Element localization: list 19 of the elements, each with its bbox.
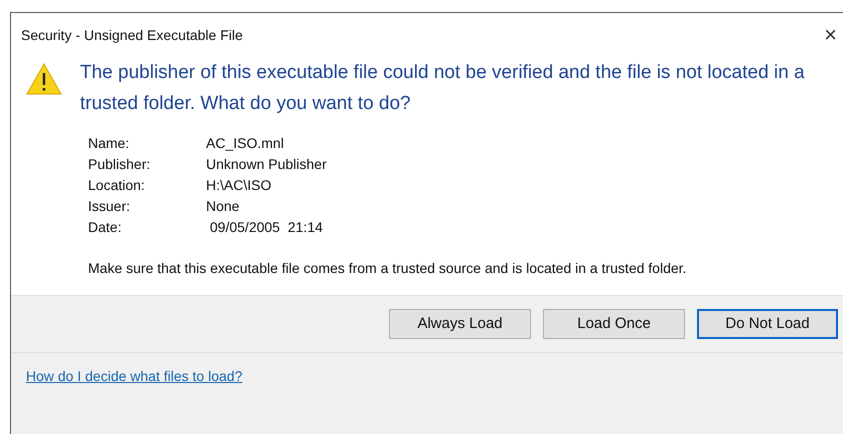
advice-text: Make sure that this executable file comes from a trusted source and is located in a trusted folder.: [88, 259, 688, 278]
field-value: Unknown Publisher: [206, 155, 327, 174]
field-label: Name:: [88, 134, 130, 153]
field-label: Publisher:: [88, 155, 152, 174]
field-value: AC_ISO.mnl: [206, 134, 285, 153]
field-value: 09/05/2005 21:14: [208, 218, 324, 237]
heading-text: The publisher of this executable file could not be verified and the file is not located in a trusted folder. What do you want to do?: [80, 61, 806, 116]
window-title: Security - Unsigned Executable File: [21, 26, 243, 45]
field-label: Location:: [88, 176, 146, 195]
dialog-button[interactable]: Always Load: [389, 309, 531, 339]
dialog-button[interactable]: Do Not Load: [697, 309, 838, 339]
warning-icon: [26, 63, 62, 95]
help-link[interactable]: How do I decide what files to load?: [26, 368, 242, 384]
close-button[interactable]: ×: [820, 24, 841, 46]
field-value: None: [206, 197, 240, 216]
field-label: Issuer:: [88, 197, 132, 216]
dialog-button[interactable]: Load Once: [543, 309, 685, 339]
field-label: Date:: [88, 218, 122, 237]
field-value: H:\AC\ISO: [206, 176, 272, 195]
